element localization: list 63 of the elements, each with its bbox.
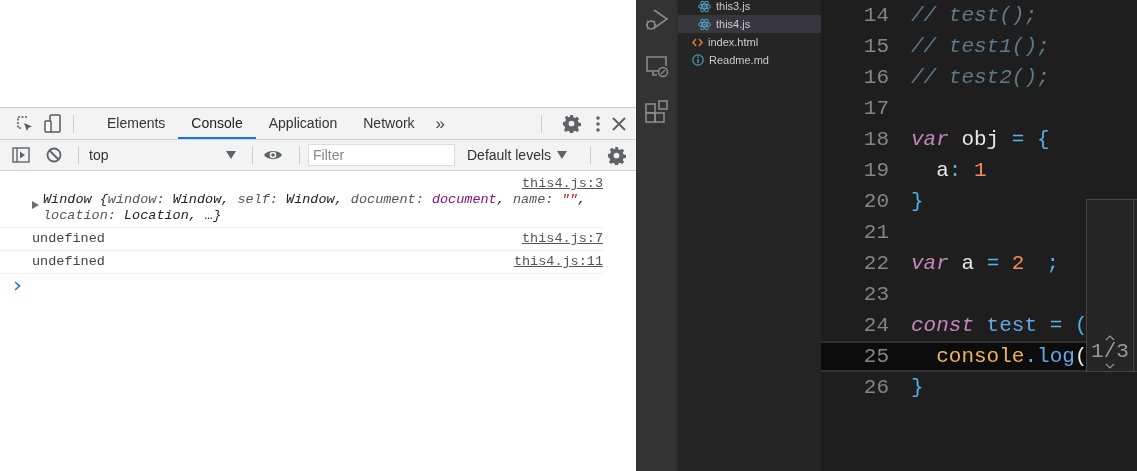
code-line: } [911, 376, 924, 399]
overload-counter: 1/3 [1091, 341, 1129, 363]
eye-icon[interactable] [263, 148, 283, 162]
context-select[interactable]: top [89, 143, 242, 167]
info-icon [692, 54, 704, 66]
line-number: 16 [862, 66, 889, 89]
log-value: undefined [32, 231, 105, 247]
more-options-icon[interactable] [595, 114, 601, 133]
log-levels-dropdown[interactable]: Default levels [463, 147, 572, 163]
close-icon[interactable] [612, 116, 626, 131]
source-link[interactable]: this4.js:11 [513, 254, 603, 270]
file-item[interactable]: this4.js [678, 15, 821, 33]
source-link[interactable]: this4.js:3 [522, 176, 603, 192]
tab[interactable]: Elements [94, 108, 179, 139]
line-number: 20 [862, 190, 889, 213]
dropdown-icon [226, 151, 236, 159]
source-link[interactable]: this4.js:7 [522, 231, 603, 247]
chevron-up-icon[interactable] [1105, 335, 1115, 341]
remote-monitor-icon[interactable] [644, 54, 669, 78]
settings-icon[interactable] [607, 145, 626, 165]
line-number: 14 [862, 4, 889, 27]
object-preview[interactable]: Window {window: Window, self: Window, document: document, name: "", [43, 192, 586, 208]
extensions-icon[interactable] [644, 100, 669, 124]
tab[interactable]: Application [255, 108, 351, 139]
object-preview[interactable]: location: Location, …} [43, 208, 586, 224]
chevron-down-icon[interactable] [1105, 363, 1115, 369]
line-number: 22 [862, 252, 889, 275]
tab[interactable]: Network [350, 108, 428, 139]
line-number: 24 [862, 314, 889, 337]
atom-icon [698, 17, 711, 31]
dropdown-icon [557, 151, 568, 159]
more-tabs-button[interactable]: » [427, 113, 454, 134]
code-line: // test1(); [911, 35, 1050, 58]
device-icon[interactable] [44, 113, 62, 134]
expand-icon[interactable] [32, 201, 39, 209]
settings-icon[interactable] [562, 114, 581, 133]
file-item[interactable]: index.html [678, 33, 821, 51]
line-number: 25 [862, 345, 889, 368]
line-number: 17 [862, 97, 889, 120]
code-line: // test2(); [911, 66, 1050, 89]
file-item[interactable]: Readme.md [678, 51, 821, 69]
line-number: 15 [862, 35, 889, 58]
log-value: undefined [32, 254, 105, 270]
line-number: 26 [862, 376, 889, 399]
code-line: a: 1 [935, 159, 988, 182]
code-line: // test(); [911, 4, 1038, 27]
line-number: 19 [862, 159, 889, 182]
sidebar-toggle-icon[interactable] [12, 147, 30, 163]
line-number: 23 [862, 283, 889, 306]
prompt-icon [14, 281, 21, 291]
debug-icon[interactable] [644, 8, 669, 32]
code-line: var obj = { [911, 128, 1050, 151]
line-number: 18 [862, 128, 889, 151]
code-line: } [911, 190, 924, 213]
code-line: const test = ( [911, 314, 1088, 337]
line-number: 21 [862, 221, 889, 244]
file-item[interactable]: this3.js [678, 0, 821, 15]
clear-console-icon[interactable] [46, 147, 62, 163]
inspect-icon[interactable] [15, 114, 33, 133]
code-brackets-icon [692, 37, 703, 47]
filter-field[interactable]: Filter [308, 144, 455, 166]
code-line: var a = 2 ; [911, 252, 1060, 275]
atom-icon [698, 0, 711, 13]
